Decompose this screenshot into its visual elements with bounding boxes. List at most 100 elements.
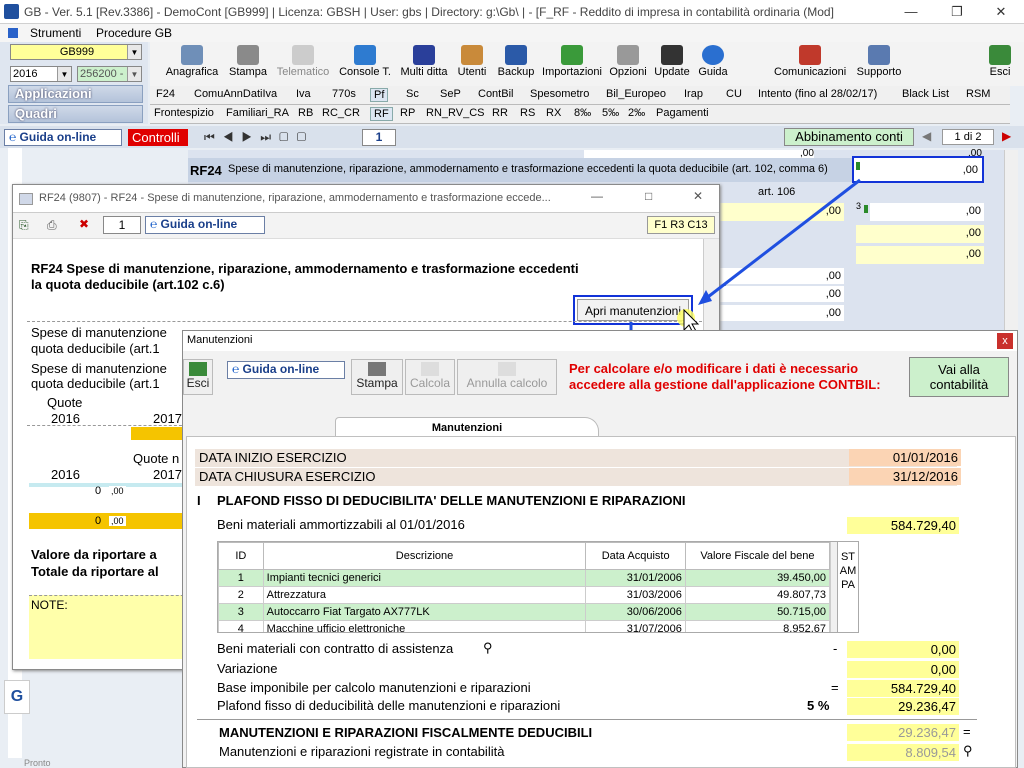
importazioni-button[interactable]: Importazioni bbox=[540, 44, 604, 82]
stampa-button[interactable]: Stampa bbox=[226, 44, 270, 82]
tab-rc-cr[interactable]: RC_CR bbox=[322, 107, 360, 119]
tab-sc[interactable]: Sc bbox=[406, 88, 419, 100]
anagrafica-button[interactable]: Anagrafica bbox=[162, 44, 222, 82]
esci-button[interactable]: Esci bbox=[183, 359, 213, 395]
tab-contbil[interactable]: ContBil bbox=[478, 88, 513, 100]
tab-rb[interactable]: RB bbox=[298, 107, 313, 119]
tab-cu[interactable]: CU bbox=[726, 88, 742, 100]
menu-procedure-gb[interactable]: Procedure GB bbox=[96, 26, 172, 40]
tab-pagamenti[interactable]: Pagamenti bbox=[656, 107, 709, 119]
tab-pf[interactable]: Pf bbox=[370, 88, 389, 102]
utenti-button[interactable]: Utenti bbox=[454, 44, 490, 82]
telematico-button[interactable]: Telematico bbox=[274, 44, 332, 82]
guida-online-button[interactable]: ℮ Guida on-line bbox=[4, 129, 122, 146]
base-operator: = bbox=[831, 680, 839, 695]
opzioni-button[interactable]: Opzioni bbox=[608, 44, 648, 82]
import-icon bbox=[561, 45, 583, 65]
next-page-icon[interactable]: ▶ bbox=[1002, 129, 1011, 143]
console-button[interactable]: Console T. bbox=[336, 44, 394, 82]
magnifier-icon[interactable]: ⚲ bbox=[963, 743, 973, 759]
plafond-percent: 5 % bbox=[807, 698, 830, 713]
company-select[interactable]: GB999 ▼ bbox=[10, 44, 142, 60]
quadri-button[interactable]: Quadri bbox=[8, 105, 143, 123]
vai-contabilita-button[interactable]: Vai alla contabilità bbox=[909, 357, 1009, 397]
record-navigation[interactable]: ⏮◀▶⏭▢▢ bbox=[204, 130, 314, 145]
prev-page-icon[interactable]: ◀ bbox=[922, 129, 931, 143]
tab-irap[interactable]: Irap bbox=[684, 88, 703, 100]
esci-button[interactable]: Esci bbox=[984, 44, 1016, 82]
guida-online-button[interactable]: ℮ Guida on-line bbox=[227, 361, 345, 379]
controlli-button[interactable]: Controlli bbox=[128, 129, 188, 146]
tab-rn-rv-cs[interactable]: RN_RV_CS bbox=[426, 107, 485, 119]
plafond-label: Plafond fisso di deducibilità delle manu… bbox=[217, 698, 561, 713]
calcola-button[interactable]: Calcola bbox=[405, 359, 455, 395]
update-button[interactable]: Update bbox=[652, 44, 692, 82]
abbinamento-conti-button[interactable]: Abbinamento conti bbox=[784, 128, 914, 146]
tab-intento[interactable]: Intento (fino al 28/02/17) bbox=[758, 88, 877, 100]
tab-8x1000[interactable]: 8‰ bbox=[574, 107, 591, 119]
year-2016: 2016 bbox=[51, 411, 80, 426]
assist-value[interactable]: 0,00 bbox=[847, 641, 959, 658]
delete-icon[interactable]: ✖ bbox=[79, 217, 89, 231]
tab-frontespizio[interactable]: Frontespizio bbox=[154, 107, 214, 119]
printer-icon[interactable]: ⎙ bbox=[47, 218, 57, 233]
wrench-icon bbox=[617, 45, 639, 65]
variazione-value[interactable]: 0,00 bbox=[847, 661, 959, 678]
chiusura-row: DATA CHIUSURA ESERCIZIO 31/12/2016 bbox=[195, 468, 961, 486]
tab-rf[interactable]: RF bbox=[370, 107, 393, 121]
tab-bil-europeo[interactable]: Bil_Europeo bbox=[606, 88, 666, 100]
stampa-table-button[interactable]: STAMPA bbox=[837, 541, 859, 633]
guida-label: Guida on-line bbox=[160, 217, 238, 231]
magnifier-icon[interactable]: ⚲ bbox=[483, 640, 493, 656]
tab-rs[interactable]: RS bbox=[520, 107, 535, 119]
chevron-down-icon: ▼ bbox=[127, 67, 141, 81]
year-select[interactable]: 2016 ▼ bbox=[10, 66, 72, 82]
page-field[interactable]: 1 bbox=[103, 216, 141, 234]
tab-rsm[interactable]: RSM bbox=[966, 88, 990, 100]
section2-value: 29.236,47 bbox=[847, 724, 959, 741]
note-area[interactable]: NOTE: bbox=[29, 595, 199, 659]
minimize-icon[interactable]: — bbox=[888, 0, 934, 24]
tab-770s[interactable]: 770s bbox=[332, 88, 356, 100]
col-descrizione[interactable]: Descrizione bbox=[262, 542, 587, 570]
tab-familiari-ra[interactable]: Familiari_RA bbox=[226, 107, 289, 119]
menu-strumenti[interactable]: Strumenti bbox=[30, 26, 81, 40]
quote-2017-field[interactable] bbox=[131, 427, 183, 440]
restore-icon[interactable]: ❐ bbox=[934, 0, 980, 24]
tab-rr[interactable]: RR bbox=[492, 107, 508, 119]
multi-ditta-button[interactable]: Multi ditta bbox=[398, 44, 450, 82]
applicazioni-button[interactable]: Applicazioni bbox=[8, 85, 143, 103]
backup-button[interactable]: Backup bbox=[496, 44, 536, 82]
stampa-button[interactable]: Stampa bbox=[351, 359, 403, 395]
tab-iva[interactable]: Iva bbox=[296, 88, 311, 100]
col-data-acquisto[interactable]: Data Acquisto bbox=[585, 542, 686, 570]
exit-icon[interactable]: ⎘ bbox=[19, 218, 29, 233]
tab-sep[interactable]: SeP bbox=[440, 88, 461, 100]
code-select[interactable]: 256200 - ▼ bbox=[77, 66, 142, 82]
table-row[interactable]: 4 Macchine ufficio elettroniche 31/07/2006… bbox=[218, 620, 831, 632]
comunicazioni-button[interactable]: Comunicazioni bbox=[774, 44, 846, 82]
base-label: Base imponibile per calcolo manutenzioni… bbox=[217, 680, 531, 695]
tab-black-list[interactable]: Black List bbox=[902, 88, 949, 100]
tab-5x1000[interactable]: 5‰ bbox=[602, 107, 619, 119]
close-icon[interactable]: ✕ bbox=[978, 0, 1024, 24]
close-icon[interactable]: x bbox=[997, 333, 1013, 349]
tab-rp[interactable]: RP bbox=[400, 107, 415, 119]
col-id[interactable]: ID bbox=[218, 542, 264, 570]
tab-f24[interactable]: F24 bbox=[156, 88, 175, 100]
tab-rx[interactable]: RX bbox=[546, 107, 561, 119]
guida-online-button[interactable]: ℮ Guida on-line bbox=[145, 216, 265, 234]
esci-label: Esci bbox=[186, 376, 210, 390]
tab-comuanndatiiva[interactable]: ComuAnnDatiIva bbox=[194, 88, 277, 100]
tab-spesometro[interactable]: Spesometro bbox=[530, 88, 589, 100]
guida-button[interactable]: Guida bbox=[696, 44, 730, 82]
table-row[interactable]: 3 Autoccarro Fiat Targato AX777LK 30/06/20… bbox=[218, 603, 831, 621]
table-row[interactable]: 1 Impianti tecnici generici 31/01/2006 39.4… bbox=[218, 569, 831, 587]
annulla-calcolo-button[interactable]: Annulla calcolo bbox=[457, 359, 557, 395]
beni-value[interactable]: 584.729,40 bbox=[847, 517, 959, 534]
table-row[interactable]: 2 Attrezzatura 31/03/2006 49.807,73 bbox=[218, 586, 831, 604]
tab-2x1000[interactable]: 2‰ bbox=[628, 107, 645, 119]
supporto-button[interactable]: Supporto bbox=[852, 44, 906, 82]
page-number-field[interactable]: 1 bbox=[362, 129, 396, 146]
col-valore-fiscale[interactable]: Valore Fiscale del bene bbox=[684, 542, 831, 570]
